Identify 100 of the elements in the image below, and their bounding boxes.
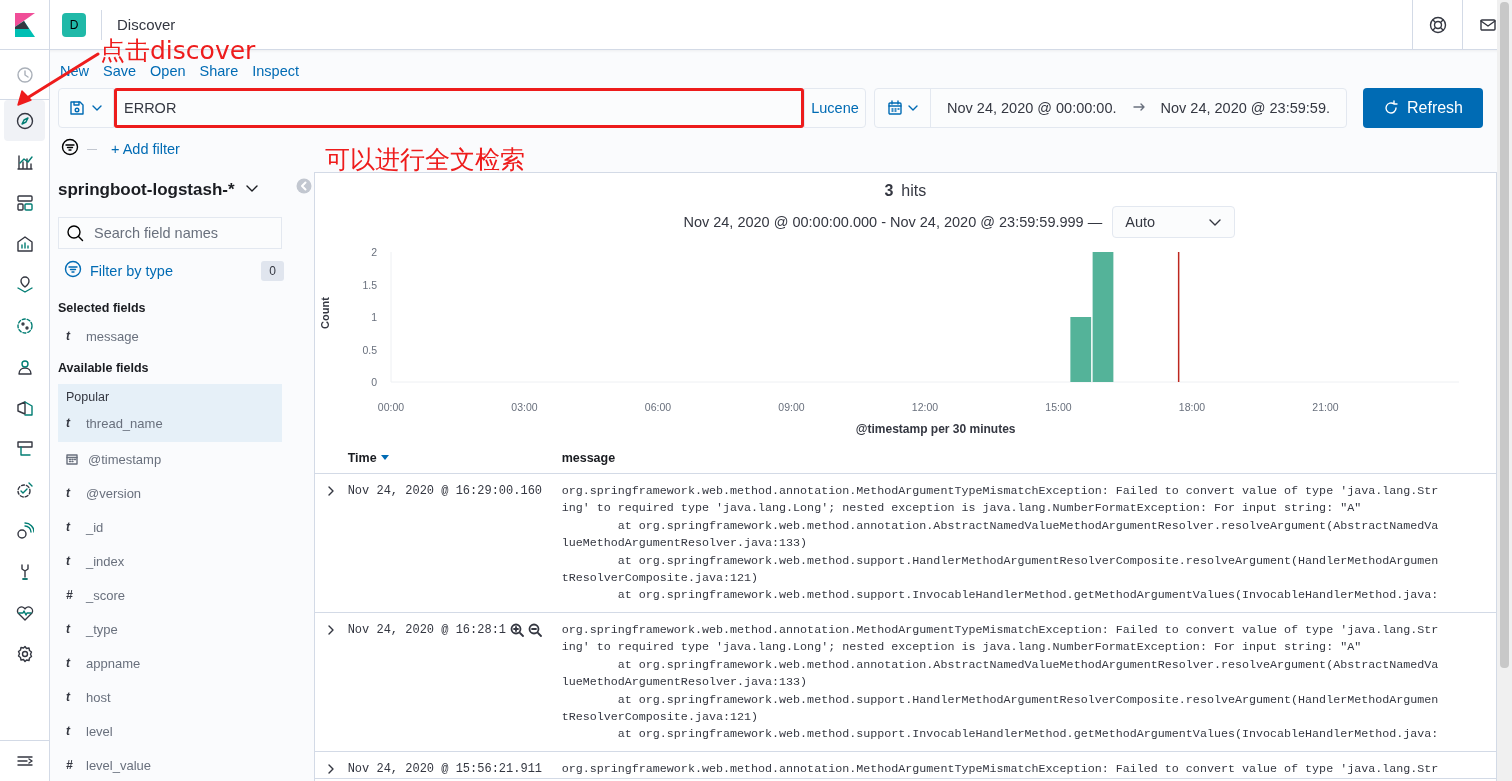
sort-icon[interactable] — [380, 455, 389, 461]
filter-icon — [64, 260, 82, 278]
time-range-text: Nov 24, 2020 @ 00:00:00.000 - Nov 24, 2020 @ 23:59:59.999 — — [683, 214, 1103, 230]
menu-link[interactable]: Inspect — [252, 63, 299, 79]
annotation-text: 可以进行全文检索 — [325, 144, 525, 176]
axis-tick-label: 06:00 — [644, 401, 671, 413]
section-heading: Available fields — [58, 361, 150, 377]
shapes-icon — [15, 398, 34, 417]
field-type-label: t — [66, 329, 72, 343]
refresh-icon — [1383, 100, 1399, 116]
axis-title: Count — [318, 297, 331, 329]
compass-icon — [15, 111, 34, 130]
user-icon — [15, 357, 34, 376]
field-type-label: t — [66, 622, 72, 636]
time-cell-text: Nov 24, 2020 @ 15:56:21.911 — [347, 761, 543, 778]
query-field[interactable]: ERROR — [114, 88, 804, 128]
search-icon — [66, 224, 84, 242]
field-name[interactable]: _score — [86, 587, 126, 603]
field-type-label: t — [66, 486, 72, 500]
field-type-label: t — [66, 724, 72, 738]
field-type-label: t — [66, 690, 72, 704]
field-name[interactable]: level_value — [86, 757, 152, 773]
axis-tick-label: 1.5 — [362, 278, 377, 291]
layout-icon — [15, 193, 34, 212]
bar-chart-icon — [15, 152, 34, 171]
field-type-label: t — [66, 416, 72, 430]
axis-tick-label: 0 — [370, 376, 377, 388]
column-header: message — [561, 451, 616, 465]
help-icon[interactable] — [1428, 15, 1447, 34]
axis-title: @timestamp per 30 minutes — [855, 422, 1016, 436]
field-name[interactable]: @timestamp — [88, 451, 162, 467]
app-badge[interactable]: D — [62, 12, 86, 37]
time-cell-text: Nov 24, 2020 @ 16:28:1 — [347, 622, 507, 639]
axis-tick-label: 03:00 — [511, 401, 538, 413]
field-name[interactable]: _type — [86, 621, 118, 637]
signal-icon — [15, 521, 34, 540]
section-heading: Popular — [65, 390, 111, 404]
zoom-out-icon[interactable] — [528, 623, 543, 637]
scrollbar[interactable] — [1497, 0, 1512, 781]
nav-item[interactable] — [4, 100, 45, 141]
language-button[interactable]: Lucene — [804, 88, 866, 128]
count-badge: 0 — [261, 261, 284, 281]
axis-tick-label: 00:00 — [377, 401, 404, 413]
axis-tick-label: 1 — [370, 311, 377, 323]
axis-tick-label: 18:00 — [1178, 401, 1205, 413]
menu-link[interactable]: Share — [199, 63, 239, 79]
map-pin-icon — [15, 275, 34, 294]
arrow-icon — [1132, 101, 1145, 113]
refresh-button[interactable]: Refresh — [1363, 88, 1483, 128]
field-search-field[interactable]: Search field names — [58, 217, 282, 249]
zoom-in-icon[interactable] — [510, 623, 525, 637]
message-cell-text: org.springframework.web.method.annotation.MethodArgumentTypeMismatchException: Failed to convert value of type 'java.lang.Str ing' to required type 'java.lang.Long'; nested exception is java.lang.NumberFormatException: For input string: "A" at org.springframework.web.method.annotation.AbstractNamedValueMethodArgumentResolver.resolveArgument(AbstractNamedVa lueMethodArgumentResolver.java:133) at org.springframework.web.method.support.HandlerMethodArgumentResolverComposite.resolveArgument(HandlerMethodArgumen tResolverComposite.java:121) at org.springframework.web.method.support.InvocableHandlerMethod.getMethodArgumentValues(InvocableHandlerMethod.java: — [561, 622, 1439, 744]
interval-select[interactable]: Auto — [1112, 206, 1236, 238]
field-type-label: t — [66, 554, 72, 568]
axis-tick-label: 09:00 — [778, 401, 805, 413]
field-name[interactable]: message — [86, 328, 139, 344]
logo-icon[interactable] — [14, 12, 35, 37]
axis-tick-label: 15:00 — [1045, 401, 1072, 413]
end-date[interactable]: Nov 24, 2020 @ 23:59:59. — [1144, 100, 1347, 116]
gear-icon — [15, 644, 34, 663]
axis-tick-label: 21:00 — [1312, 401, 1339, 413]
filter-by-type-button[interactable]: Filter by type — [90, 263, 254, 279]
field-type-label: # — [66, 588, 74, 602]
save-icon — [69, 100, 85, 116]
field-name[interactable]: _index — [86, 553, 125, 569]
axis-tick-label: 0.5 — [362, 343, 377, 356]
hits-label: hits — [901, 182, 927, 201]
axis-tick-label: 2 — [370, 246, 377, 258]
add-filter-link[interactable]: + Add filter — [105, 141, 180, 157]
section-heading: Selected fields — [58, 301, 147, 317]
message-cell-text: org.springframework.web.method.annotation.MethodArgumentTypeMismatchException: Failed to convert value of type 'java.lang.Str ing' to required type 'java.lang.Long'; nested exception is java.lang.NumberFormatException: For input string: "A" at org.springframework.web.method.annotation.AbstractNamedValueMethodArgumentResolver.resolveArgument(AbstractNamedVa lueMethodArgumentResolver.java:133) at org.springframework.web.method.support.HandlerMethodArgumentResolverComposite.resolveArgument(HandlerMethodArgumen tResolverComposite.java:121) at org.springframework.web.method.support.InvocableHandlerMethod.getMethodArgumentValues(InvocableHandlerMethod.java: — [561, 483, 1439, 605]
time-cell-text: Nov 24, 2020 @ 16:29:00.160 — [347, 483, 543, 500]
calendar-icon — [66, 453, 78, 465]
field-type-label: # — [66, 758, 74, 772]
field-name[interactable]: thread_name — [86, 415, 163, 431]
calendar-icon — [886, 100, 903, 116]
dotted-circle-icon — [15, 316, 34, 335]
page-title: Discover — [117, 16, 177, 33]
column-header[interactable]: Time — [347, 451, 377, 465]
field-search-input[interactable]: Search field names — [92, 224, 276, 242]
field-name[interactable]: _id — [86, 519, 104, 535]
annotation-text: 点击discover — [100, 35, 256, 65]
heart-pulse-icon — [15, 603, 34, 622]
index-pattern-name[interactable]: springboot-logstash-* — [58, 180, 235, 200]
field-name[interactable]: appname — [86, 655, 141, 671]
building-icon — [15, 234, 34, 253]
filter-icon[interactable] — [61, 138, 79, 156]
saved-query-button[interactable] — [58, 88, 114, 128]
field-type-label: t — [66, 520, 72, 534]
field-name[interactable]: level — [86, 723, 113, 739]
field-name[interactable]: @version — [86, 485, 142, 501]
field-type-label: t — [66, 656, 72, 670]
menu-link[interactable]: Save — [103, 63, 137, 79]
start-date[interactable]: Nov 24, 2020 @ 00:00:00. — [931, 100, 1133, 116]
axis-tick-label: 12:00 — [911, 401, 938, 413]
menu-link[interactable]: Open — [150, 63, 186, 79]
message-cell-text: org.springframework.web.method.annotation.MethodArgumentTypeMismatchException: Failed to convert value of type 'java.lang.Str — [561, 761, 1439, 778]
hit-count: 3 — [884, 182, 894, 201]
field-name[interactable]: host — [86, 689, 111, 705]
clock-icon — [15, 65, 34, 84]
